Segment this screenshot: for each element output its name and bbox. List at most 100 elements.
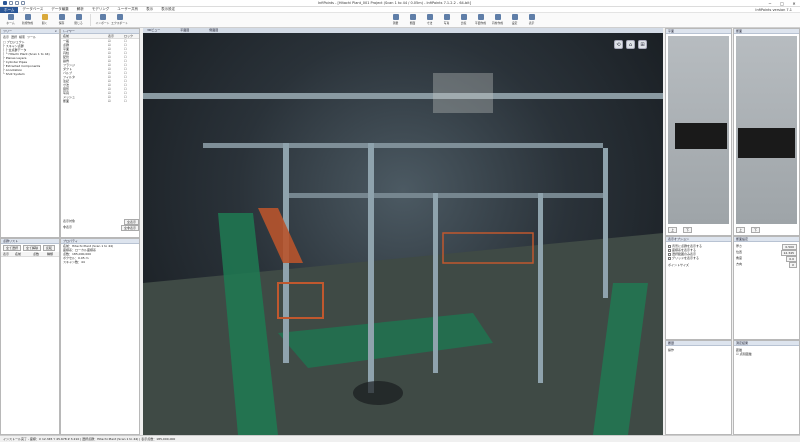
layer-row[interactable]: 断面 ☑ ☐ — [63, 99, 139, 103]
eye-icon — [528, 14, 535, 20]
menu-modeling[interactable]: モデリング — [88, 7, 114, 12]
menu-edit[interactable]: データ編集 — [47, 7, 73, 12]
column-display[interactable]: 表示 — [1, 252, 13, 256]
section-icon — [409, 14, 416, 20]
column-layer-visible[interactable]: 表示 — [106, 34, 122, 38]
menu-analysis[interactable]: 解析 — [73, 7, 88, 12]
ribbon-section-button[interactable]: 断面 — [404, 13, 421, 27]
point-size-label: ポイントサイズ — [668, 263, 689, 267]
history-panel: 履歴 操作 — [665, 340, 732, 435]
minimize-button[interactable]: ─ — [764, 0, 776, 7]
measurement-panel: 測定結果 距離 ☑ 点間距離 — [733, 340, 800, 435]
export-icon — [116, 14, 123, 20]
plane-up-button[interactable]: 上 — [668, 227, 678, 233]
close-file-icon — [75, 14, 82, 20]
ribbon-open-button[interactable]: 開く — [36, 13, 53, 27]
ribbon-new-button[interactable]: 新規作成 — [19, 13, 36, 27]
undo-icon[interactable] — [15, 1, 19, 5]
maximize-button[interactable]: □ — [776, 0, 788, 7]
pointcloud-list-panel: 点群リスト 全て選択 全て解除 反転 表示 名前 点数 種類 — [0, 238, 60, 435]
invert-button[interactable]: 反転 — [43, 245, 56, 251]
column-layer-name[interactable]: 名前 — [61, 34, 106, 38]
plane-preview-header: 平面 — [666, 29, 731, 34]
section-field: 方向 X — [736, 262, 797, 268]
rotate-view-button[interactable]: ⟲ — [614, 40, 623, 49]
import-icon — [99, 14, 106, 20]
version-label: InfiPoints version 7.1 — [755, 7, 792, 12]
3d-viewport[interactable]: 3Dビュー 平面図 側面図 ⟲ ⌂ ⊞ — [143, 28, 663, 435]
section-preview-header: 断面 — [734, 29, 799, 34]
column-name[interactable]: 名前 — [13, 252, 31, 256]
steel-column — [538, 193, 543, 383]
history-list: 操作 — [666, 346, 731, 354]
floor-stain — [353, 381, 403, 405]
ribbon-plane-button[interactable]: 平面作成 — [472, 13, 489, 27]
menu-user-share[interactable]: ユーザー共有 — [113, 7, 142, 12]
ribbon-close-button[interactable]: 閉じる — [70, 13, 87, 27]
ribbon-cylinder-button[interactable]: 円柱作成 — [489, 13, 506, 27]
deselect-all-button[interactable]: 全て解除 — [23, 245, 42, 251]
close-button[interactable]: ✕ — [788, 0, 800, 7]
compare-icon — [460, 14, 467, 20]
new-file-icon — [24, 14, 31, 20]
section-preview-cloud — [738, 128, 795, 158]
cylinder-icon — [494, 14, 501, 20]
tab-tools[interactable]: ツール — [27, 35, 36, 39]
plane-down-button[interactable]: 下 — [683, 227, 693, 233]
section-down-button[interactable]: 下 — [751, 227, 761, 233]
ribbon-survey-button[interactable]: 測量 — [387, 13, 404, 27]
hide-all-layers-button[interactable]: 全非表示 — [120, 225, 139, 231]
plane-preview-cloud — [675, 123, 727, 149]
menu-view-settings[interactable]: 表示設定 — [157, 7, 179, 12]
plane-preview-panel: 平面 上 下 — [665, 28, 732, 236]
steel-column — [368, 143, 374, 393]
checkbox[interactable] — [668, 256, 671, 260]
section-preview-image[interactable] — [736, 36, 797, 224]
ribbon-export-button[interactable]: エクスポート — [111, 13, 128, 27]
steel-beam — [143, 93, 663, 99]
ribbon-save-button[interactable]: 保存 — [53, 13, 70, 27]
tab-display[interactable]: 表示 — [3, 35, 9, 39]
home-view-button[interactable]: ⌂ — [626, 40, 635, 49]
ribbon-dimension-button[interactable]: 寸法 — [421, 13, 438, 27]
select-all-button[interactable]: 全て選択 — [3, 245, 22, 251]
window-title: InfiPoints - [Hitachi Plant_001 Project … — [318, 1, 471, 5]
direction-select[interactable]: X — [788, 262, 797, 268]
plane-icon — [477, 14, 484, 20]
history-item[interactable]: 操作 — [668, 348, 729, 352]
title-bar: InfiPoints - [Hitachi Plant_001 Project … — [0, 0, 800, 7]
ribbon-photo-button[interactable]: 写真 — [438, 13, 455, 27]
gear-icon — [511, 14, 518, 20]
ceiling-lights — [433, 73, 493, 113]
steel-column — [433, 193, 438, 373]
column-type[interactable]: 種類 — [45, 252, 53, 256]
tab-search[interactable]: 検索 — [19, 35, 25, 39]
ribbon-view-button[interactable]: 表示 — [523, 13, 540, 27]
display-option[interactable]: グリッドを表示する — [668, 256, 729, 260]
layer-visible-checkbox[interactable]: ☑ — [108, 99, 124, 103]
close-icon[interactable]: × — [54, 29, 59, 33]
fit-view-button[interactable]: ⊞ — [638, 40, 647, 49]
ribbon-settings-button[interactable]: 設定 — [506, 13, 523, 27]
layer-lock-checkbox[interactable]: ☐ — [124, 99, 127, 103]
measurement-item[interactable]: ☑ 点間距離 — [736, 352, 797, 356]
tab-select[interactable]: 選択 — [11, 35, 17, 39]
menu-view[interactable]: 表示 — [142, 7, 157, 12]
layer-name: 断面 — [63, 99, 70, 103]
survey-icon — [392, 14, 399, 20]
plane-preview-image[interactable] — [668, 36, 729, 224]
column-points[interactable]: 点数 — [31, 252, 45, 256]
ribbon-home-button[interactable]: ホーム — [2, 13, 19, 27]
ribbon-import-button[interactable]: インポート — [94, 13, 111, 27]
menu-home[interactable]: ホーム — [0, 6, 19, 13]
tree-item[interactable]: └ Shot System — [3, 72, 59, 76]
save-icon — [58, 14, 65, 20]
section-up-button[interactable]: 上 — [736, 227, 746, 233]
save-icon[interactable] — [9, 1, 13, 5]
property-list: 名前：Hitachi Plant (Scan 1 to 44) 座標系：ローカル… — [61, 244, 139, 264]
ribbon-compare-button[interactable]: 比較 — [455, 13, 472, 27]
property-line: スキャン数：44 — [63, 260, 85, 264]
menu-database[interactable]: データベース — [18, 7, 47, 12]
column-layer-lock[interactable]: ロック — [122, 34, 133, 38]
ribbon-separator — [87, 14, 91, 26]
